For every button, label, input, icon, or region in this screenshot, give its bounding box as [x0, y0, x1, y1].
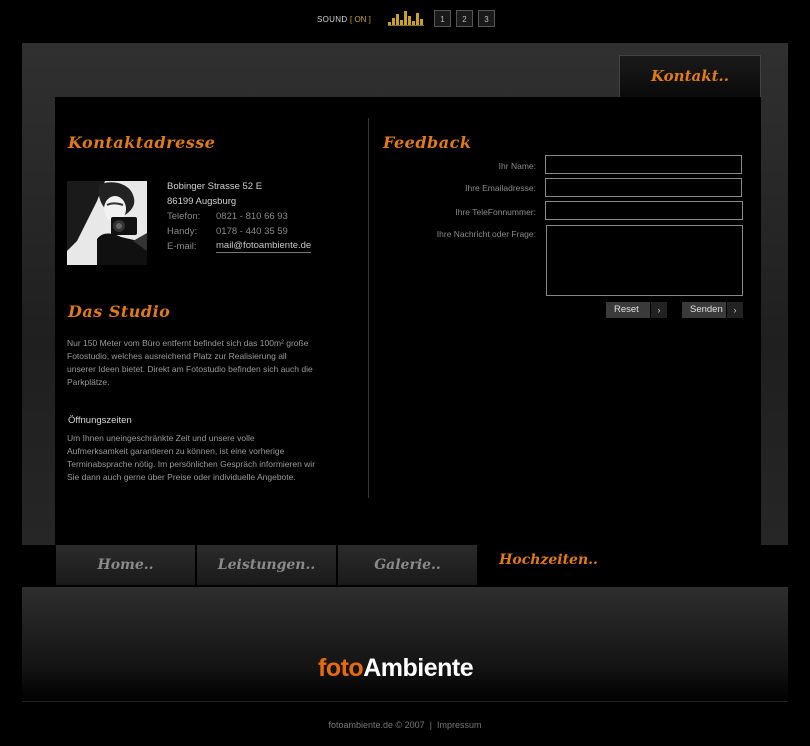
name-input[interactable] [545, 155, 742, 174]
copyright: fotoambiente.de © 2007 [328, 720, 425, 730]
nav-hochzeiten[interactable]: Hochzeiten.. [479, 545, 619, 585]
feedback-heading: Feedback [383, 133, 472, 152]
email-input[interactable] [545, 178, 742, 197]
email-label: E-mail: [167, 241, 197, 252]
street: Bobinger Strasse 52 E [167, 181, 263, 192]
footer-separator: | [429, 720, 433, 730]
message-label: Ihre Nachricht oder Frage: [436, 229, 536, 239]
mobile-value: 0178 - 440 35 59 [216, 226, 288, 237]
phone-value: 0821 - 810 66 93 [216, 211, 288, 222]
phone-label: Telefon: [167, 211, 201, 222]
opening-hours-text: Um Ihnen uneingeschränkte Zeit und unser… [67, 433, 316, 482]
footer-text: fotoambiente.de © 2007 | Impressum [0, 720, 810, 730]
opening-hours-title: Öffnungszeiten [68, 415, 132, 426]
studio-heading: Das Studio [68, 302, 171, 321]
column-divider [368, 118, 369, 498]
mobile-label: Handy: [167, 226, 198, 237]
nav-galerie[interactable]: Galerie.. [338, 545, 478, 585]
name-label: Ihr Name: [498, 161, 536, 171]
fotoambiente-logo[interactable]: fotoAmbiente [318, 654, 474, 683]
page-button-1[interactable]: 1 [434, 10, 451, 27]
reset-button[interactable]: Reset › [606, 302, 667, 318]
send-label: Senden [690, 304, 723, 315]
city: 86199 Augsburg [167, 196, 237, 207]
studio-text: Nur 150 Meter vom Büro entfernt befindet… [67, 338, 313, 387]
message-textarea[interactable] [546, 225, 743, 296]
equalizer-icon[interactable] [388, 8, 424, 26]
page-button-3[interactable]: 3 [478, 10, 495, 27]
chevron-right-icon: › [650, 302, 667, 318]
logo-part-ambiente: Ambiente [363, 654, 474, 682]
page-button-2[interactable]: 2 [456, 10, 473, 27]
email-link[interactable]: mail@fotoambiente.de [216, 240, 312, 253]
nav-leistungen[interactable]: Leistungen.. [197, 545, 337, 585]
impressum-link[interactable]: Impressum [437, 720, 482, 730]
send-button[interactable]: Senden › [682, 302, 743, 318]
phone-field-label: Ihre TeleFonnummer: [455, 207, 536, 217]
sound-toggle[interactable]: [ ON ] [350, 15, 371, 24]
reset-label: Reset [614, 304, 639, 315]
logo-part-foto: foto [318, 654, 364, 682]
footer-band [22, 587, 788, 701]
nav-home[interactable]: Home.. [56, 545, 196, 585]
kontakt-tab[interactable]: Kontakt.. [619, 55, 761, 97]
phone-input[interactable] [545, 201, 743, 220]
footer-divider [22, 701, 788, 702]
photographer-photo [67, 181, 147, 265]
kontaktadresse-heading: Kontaktadresse [68, 133, 216, 152]
email-field-label: Ihre Emailadresse: [465, 183, 536, 193]
chevron-right-icon: › [726, 302, 743, 318]
sound-label: SOUND [317, 15, 348, 24]
